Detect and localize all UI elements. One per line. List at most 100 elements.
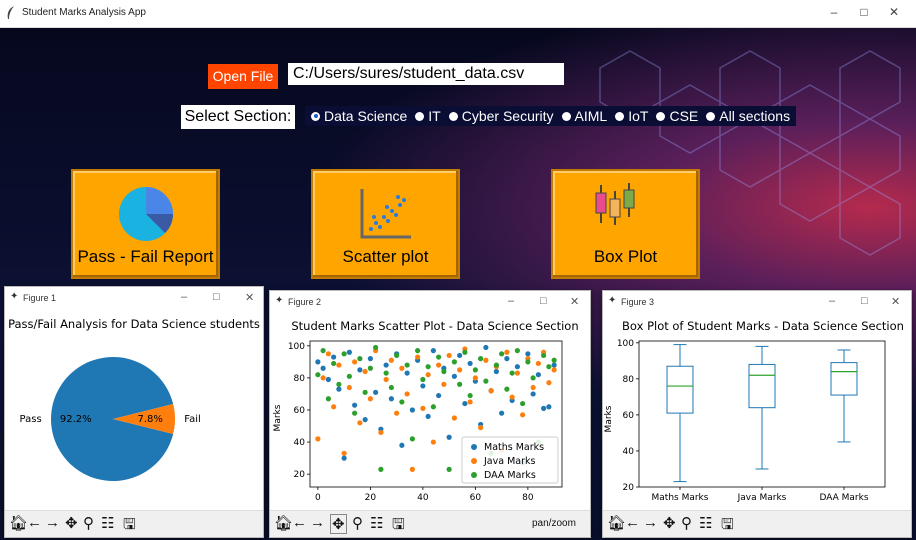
close-button[interactable]: ✕ bbox=[884, 5, 904, 19]
close-button[interactable]: ✕ bbox=[570, 295, 579, 308]
forward-arrow-icon[interactable]: → bbox=[643, 514, 658, 531]
minimize-button[interactable]: – bbox=[829, 295, 835, 307]
scatter-point-maths-marks bbox=[493, 368, 499, 375]
scatter-point-daa-marks bbox=[467, 392, 473, 399]
radio-icon bbox=[615, 111, 625, 121]
scatter-point-java-marks bbox=[520, 412, 526, 418]
scatter-point-daa-marks bbox=[367, 365, 373, 371]
figure-3-title-bar: ✦ Figure 3 – □ ✕ bbox=[603, 291, 911, 313]
pan-icon[interactable]: ✥ bbox=[65, 514, 78, 532]
matplotlib-icon: ✦ bbox=[10, 291, 19, 302]
configure-icon[interactable]: ☷ bbox=[699, 514, 712, 532]
scatter-point-daa-marks bbox=[530, 375, 536, 381]
open-file-button[interactable]: Open File bbox=[208, 64, 278, 89]
box-plot-button[interactable]: Box Plot bbox=[551, 169, 700, 279]
scatter-point-maths-marks bbox=[462, 400, 468, 407]
scatter-point-daa-marks bbox=[320, 348, 326, 354]
x-tick-label: DAA Marks bbox=[819, 493, 868, 503]
scatter-point-java-marks bbox=[451, 415, 457, 421]
scatter-point-java-marks bbox=[388, 357, 394, 363]
forward-arrow-icon[interactable]: → bbox=[310, 514, 325, 531]
back-arrow-icon[interactable]: ← bbox=[27, 514, 42, 531]
scatter-point-java-marks bbox=[472, 375, 478, 381]
scatter-point-java-marks bbox=[514, 370, 520, 376]
scatter-point-daa-marks bbox=[472, 367, 478, 373]
pie-chart-icon bbox=[119, 187, 173, 241]
scatter-point-maths-marks bbox=[388, 396, 394, 402]
scatter-point-java-marks bbox=[346, 384, 352, 391]
pass-fail-button-label: Pass - Fail Report bbox=[77, 247, 214, 266]
select-section-label: Select Section: bbox=[181, 105, 295, 129]
scatter-point-java-marks bbox=[315, 436, 321, 442]
scatter-point-daa-marks bbox=[493, 362, 499, 368]
x-tick-label: 40 bbox=[417, 493, 429, 503]
pan-icon[interactable]: ✥ bbox=[663, 514, 676, 532]
y-tick-label: 20 bbox=[294, 470, 306, 480]
scatter-point-java-marks bbox=[441, 381, 447, 387]
scatter-point-maths-marks bbox=[383, 362, 389, 368]
home-icon[interactable]: 🏠︎ bbox=[9, 514, 28, 532]
scatter-point-daa-marks bbox=[352, 410, 358, 416]
maximize-button[interactable]: □ bbox=[861, 295, 868, 307]
scatter-point-daa-marks bbox=[341, 351, 347, 357]
configure-icon[interactable]: ☷ bbox=[370, 514, 383, 532]
radio-it[interactable]: IT bbox=[415, 108, 441, 124]
close-button[interactable]: ✕ bbox=[245, 291, 254, 304]
y-tick-label: 80 bbox=[623, 375, 635, 385]
maximize-button[interactable]: □ bbox=[854, 5, 874, 19]
box-plot-icon bbox=[595, 183, 635, 225]
maximize-button[interactable]: □ bbox=[213, 291, 220, 303]
back-arrow-icon[interactable]: ← bbox=[292, 514, 307, 531]
scatter-point-daa-marks bbox=[394, 352, 400, 359]
scatter-point-java-marks bbox=[320, 375, 326, 381]
main-title-bar: Student Marks Analysis App – □ ✕ bbox=[0, 0, 916, 28]
box-ylabel: Marks bbox=[604, 405, 614, 432]
scatter-point-maths-marks bbox=[331, 354, 337, 360]
radio-aiml[interactable]: AIML bbox=[561, 108, 608, 124]
zoom-icon[interactable]: ⚲ bbox=[681, 514, 692, 532]
zoom-icon[interactable]: ⚲ bbox=[83, 514, 94, 532]
file-path-field[interactable]: C:/Users/sures/student_data.csv bbox=[288, 63, 564, 85]
scatter-point-daa-marks bbox=[378, 466, 384, 472]
pass-fail-report-button[interactable]: Pass - Fail Report bbox=[71, 169, 220, 279]
radio-label: AIML bbox=[574, 108, 608, 124]
scatter-point-maths-marks bbox=[373, 389, 379, 395]
maximize-button[interactable]: □ bbox=[540, 295, 547, 307]
minimize-button[interactable]: – bbox=[824, 5, 844, 19]
pan-icon[interactable]: ✥ bbox=[330, 514, 347, 534]
figure-3-window: ✦ Figure 3 – □ ✕ Box Plot of Student Mar… bbox=[602, 290, 912, 538]
scatter-point-daa-marks bbox=[525, 359, 531, 365]
save-icon[interactable]: 🖫︎ bbox=[123, 514, 136, 539]
pie-title: Pass/Fail Analysis for Data Science stud… bbox=[8, 317, 260, 331]
x-tick-label: 60 bbox=[470, 493, 482, 503]
window-title: Student Marks Analysis App bbox=[22, 7, 146, 18]
scatter-point-java-marks bbox=[478, 425, 484, 431]
radio-data-science[interactable]: Data Science bbox=[311, 108, 407, 124]
radio-all-sections[interactable]: All sections bbox=[706, 108, 790, 124]
radio-iot[interactable]: IoT bbox=[615, 108, 648, 124]
scatter-point-daa-marks bbox=[373, 344, 379, 351]
scatter-point-maths-marks bbox=[499, 410, 505, 416]
scatter-point-java-marks bbox=[378, 429, 384, 436]
scatter-point-daa-marks bbox=[357, 356, 363, 362]
minimize-button[interactable]: – bbox=[508, 295, 514, 307]
home-icon[interactable]: 🏠︎ bbox=[607, 514, 626, 532]
radio-cyber-security[interactable]: Cyber Security bbox=[448, 108, 554, 124]
zoom-icon[interactable]: ⚲ bbox=[352, 514, 363, 532]
forward-arrow-icon[interactable]: → bbox=[45, 514, 60, 531]
save-icon[interactable]: 🖫︎ bbox=[392, 514, 405, 539]
scatter-point-daa-marks bbox=[457, 381, 463, 387]
minimize-button[interactable]: – bbox=[181, 291, 187, 303]
radio-cse[interactable]: CSE bbox=[656, 108, 698, 124]
scatter-plot-button[interactable]: Scatter plot bbox=[311, 169, 460, 279]
back-arrow-icon[interactable]: ← bbox=[625, 514, 640, 531]
figure-1-window: ✦ Figure 1 – □ ✕ Pass/Fail Analysis for … bbox=[4, 286, 264, 538]
configure-icon[interactable]: ☷ bbox=[101, 514, 114, 532]
scatter-point-maths-marks bbox=[404, 370, 410, 376]
scatter-point-maths-marks bbox=[399, 442, 405, 448]
save-icon[interactable]: 🖫︎ bbox=[721, 514, 734, 539]
home-icon[interactable]: 🏠︎ bbox=[274, 514, 293, 532]
figure-2-title-bar: ✦ Figure 2 – □ ✕ bbox=[270, 291, 590, 313]
pass-fail-pie-chart: Pass/Fail Analysis for Data Science stud… bbox=[8, 317, 260, 481]
close-button[interactable]: ✕ bbox=[891, 295, 900, 308]
